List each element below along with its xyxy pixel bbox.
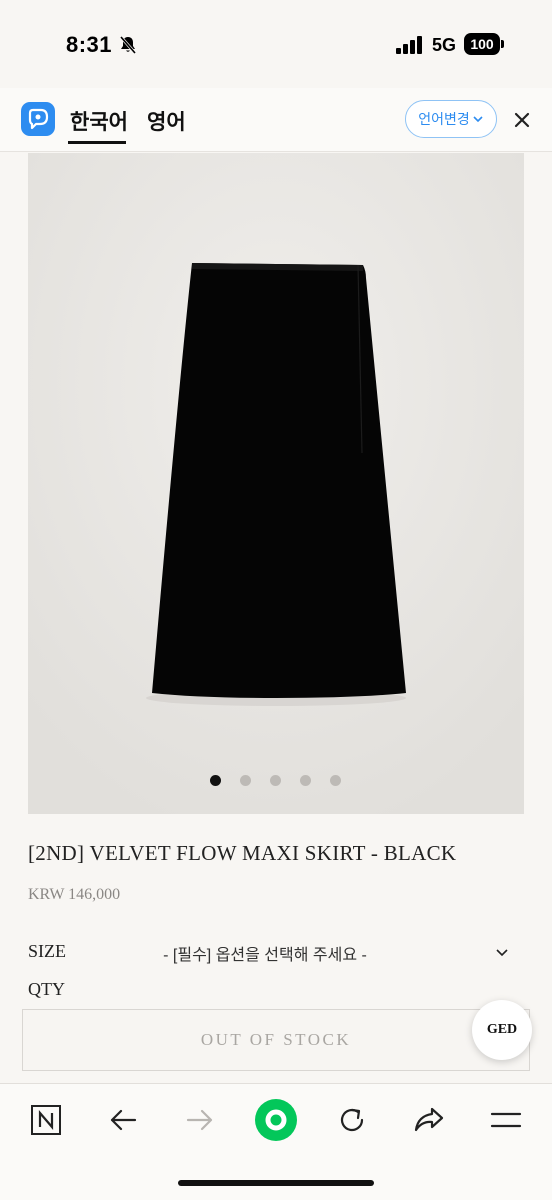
battery-icon: 100 (464, 33, 504, 57)
status-time: 8:31 (66, 32, 113, 57)
cellular-signal-icon (396, 36, 424, 54)
image-pagination (0, 775, 552, 789)
naver-logo-icon[interactable] (28, 1102, 64, 1138)
status-bar: 8:31 5G 100 (0, 0, 552, 88)
close-icon[interactable] (512, 110, 532, 130)
pagination-dot-5[interactable] (330, 775, 341, 786)
active-tab-indicator (68, 141, 126, 144)
back-arrow-icon[interactable] (105, 1102, 141, 1138)
ged-floating-button[interactable]: GED (472, 1000, 532, 1060)
share-icon[interactable] (411, 1102, 447, 1138)
chevron-down-icon (473, 116, 483, 123)
qty-label: QTY (28, 979, 65, 999)
change-language-button[interactable]: 언어변경 (405, 100, 497, 138)
battery-level: 100 (464, 33, 500, 55)
change-language-label: 언어변경 (418, 111, 470, 127)
size-select[interactable]: - [필수] 옵션을 선택해 주세요 - (100, 941, 430, 965)
skirt-photo (28, 153, 524, 814)
pagination-dot-1[interactable] (210, 775, 221, 786)
pagination-dot-2[interactable] (240, 775, 251, 786)
ged-label: GED (486, 1022, 518, 1037)
size-label: SIZE (28, 941, 66, 961)
tab-korean[interactable]: 한국어 (70, 106, 128, 136)
home-indicator[interactable] (178, 1180, 374, 1186)
pagination-dot-4[interactable] (300, 775, 311, 786)
forward-arrow-icon[interactable] (182, 1102, 218, 1138)
out-of-stock-button[interactable]: OUT OF STOCK (22, 1009, 530, 1071)
pagination-dot-3[interactable] (270, 775, 281, 786)
out-of-stock-label: OUT OF STOCK (200, 1030, 352, 1049)
refresh-icon[interactable] (334, 1102, 370, 1138)
papago-logo-icon[interactable] (21, 102, 55, 136)
green-home-icon[interactable] (254, 1098, 298, 1142)
muted-bell-icon (118, 35, 138, 55)
mobile-screen: 8:31 5G 100 한국어 영어 언어변경 [2ND] VELVET FLO… (0, 0, 552, 1200)
tab-english[interactable]: 영어 (147, 106, 186, 136)
product-title: [2ND] VELVET FLOW MAXI SKIRT - BLACK (28, 841, 457, 865)
chevron-down-icon[interactable] (494, 946, 510, 958)
translation-bar: 한국어 영어 언어변경 (0, 88, 552, 152)
menu-icon[interactable] (488, 1102, 524, 1138)
product-price: KRW 146,000 (28, 886, 121, 903)
network-type: 5G (432, 35, 457, 55)
product-image[interactable] (28, 153, 524, 814)
